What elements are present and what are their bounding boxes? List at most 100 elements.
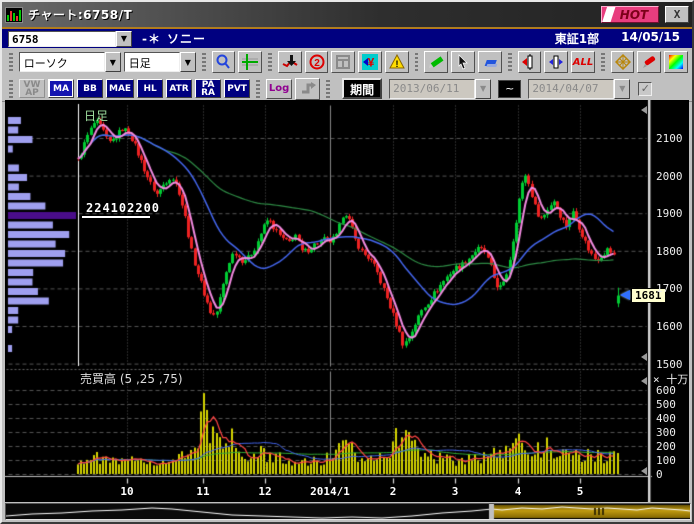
crosshair-grid-button[interactable] — [238, 51, 262, 73]
date-from-value[interactable]: 2013/06/11 — [389, 79, 475, 99]
rainbow-icon — [668, 54, 684, 70]
volume-tick-label: 0 — [656, 468, 663, 481]
log-scale-button[interactable]: Log — [266, 79, 292, 99]
yen-board-button[interactable]: ¥ — [358, 51, 382, 73]
cursor-arrow-icon — [455, 54, 471, 70]
toolbar-grip[interactable] — [415, 53, 419, 71]
toolbar-grip[interactable] — [508, 53, 512, 71]
quote-date: 14/05/15 — [621, 30, 680, 47]
indicator-vwap-button[interactable]: VWAP — [19, 79, 45, 98]
price-tick-label: 1700 — [656, 282, 683, 295]
chart-download-icon — [282, 54, 298, 70]
symbol-flag: -＊ — [142, 30, 161, 47]
date-from-dropdown[interactable]: ▼ — [475, 79, 491, 99]
indicator-pvt-button[interactable]: PVT — [224, 79, 250, 98]
hot-button-label: HOT — [620, 8, 648, 22]
indicator-label: MAE — [109, 85, 131, 93]
x-axis-month-label: 11 — [196, 485, 209, 498]
zoom-button[interactable] — [212, 51, 236, 73]
toolbar-grip[interactable] — [202, 53, 206, 71]
indicator-mae-button[interactable]: MAE — [106, 79, 134, 98]
period-dropdown[interactable]: ▼ — [180, 52, 196, 72]
window-layout-button[interactable] — [331, 51, 355, 73]
pane-scale-arrow-icon[interactable] — [641, 467, 647, 475]
toolbar-grip[interactable] — [256, 80, 260, 98]
pane-scale-arrow-icon[interactable] — [641, 377, 647, 385]
x-axis-month-label: 10 — [120, 485, 133, 498]
toolbar-indicators: VWAP MA BB MAE HL ATR PARA PVT Log 期間 20… — [2, 76, 692, 102]
indicator-bb-button[interactable]: BB — [77, 79, 103, 98]
marker-pen-button[interactable] — [637, 51, 661, 73]
indicator-para-button[interactable]: PARA — [195, 79, 221, 98]
magnifier-icon — [215, 54, 231, 70]
date-range-button[interactable]: 期間 — [342, 78, 382, 99]
toolbar-grip[interactable] — [9, 80, 13, 98]
indicator-label: PVT — [227, 85, 247, 93]
period-combo[interactable]: 日足 ▼ — [124, 52, 196, 72]
toolbar-grip[interactable] — [326, 80, 330, 98]
symbol-dropdown-button[interactable]: ▼ — [116, 31, 132, 47]
x-axis-month-label: 2014/1 — [310, 485, 350, 498]
chart-type-combo[interactable]: ローソク ▼ — [19, 52, 121, 72]
symbol-combo: 6758 ▼ — [8, 31, 132, 47]
pane-scale-arrow-icon[interactable] — [641, 353, 647, 361]
draw-line-button[interactable] — [424, 51, 448, 73]
indicator-label: HL — [143, 85, 156, 93]
indicator-hl-button[interactable]: HL — [137, 79, 163, 98]
x-axis-month-label: 5 — [577, 485, 584, 498]
window-title: チャート:6758/T — [28, 6, 601, 23]
symbol-input[interactable]: 6758 — [8, 31, 116, 47]
range-checkbox[interactable]: ✓ — [638, 82, 652, 96]
erase-button[interactable] — [478, 51, 502, 73]
svg-text:2: 2 — [314, 58, 320, 69]
step-forward-button[interactable] — [295, 78, 320, 100]
pane-scale-arrow-icon[interactable] — [641, 106, 647, 114]
price-tick-label: 1800 — [656, 245, 683, 258]
price-update-button[interactable] — [278, 51, 302, 73]
navigator-canvas[interactable] — [6, 504, 690, 519]
narrow-candle-icon — [521, 54, 537, 70]
widen-bars-button[interactable] — [544, 51, 568, 73]
price-tick-label: 1600 — [656, 320, 683, 333]
select-cursor-button[interactable] — [451, 51, 475, 73]
indicator-label: MA — [53, 85, 69, 93]
x-axis-month-label: 3 — [452, 485, 459, 498]
volume-pane-label: 売買高 (5 ,25 ,75) — [80, 370, 183, 387]
step-arrow-disabled-icon — [300, 81, 316, 97]
indicator-label: RA — [201, 89, 215, 97]
volume-tick-label: 600 — [656, 384, 676, 397]
last-price-arrow-icon — [620, 290, 630, 300]
price-tick-label: 1500 — [656, 358, 683, 371]
date-range-tilde: ~ — [498, 80, 521, 98]
chart-area: 日足 224102200 売買高 (5 ,25 ,75) 1681 210020… — [5, 100, 689, 502]
date-to-dropdown[interactable]: ▼ — [614, 79, 630, 99]
hot-button[interactable]: HOT — [601, 6, 659, 23]
second-axis-button[interactable]: 2 — [305, 51, 329, 73]
toolbar-grip[interactable] — [268, 53, 272, 71]
date-from-combo: 2013/06/11 ▼ — [389, 79, 491, 99]
range-navigator[interactable] — [5, 503, 691, 520]
net-chart-button[interactable] — [611, 51, 635, 73]
title-bar[interactable]: チャート:6758/T HOT X — [2, 2, 692, 27]
color-palette-button[interactable] — [664, 51, 688, 73]
chart-type-dropdown[interactable]: ▼ — [105, 52, 121, 72]
toolbar-grip[interactable] — [601, 53, 605, 71]
show-all-button[interactable]: ALL — [571, 51, 595, 73]
price-tick-label: 2100 — [656, 132, 683, 145]
warning-icon: ! — [389, 54, 405, 70]
indicator-ma-button[interactable]: MA — [48, 79, 74, 98]
chart-type-value: ローソク — [19, 52, 105, 72]
narrow-bars-button[interactable] — [518, 51, 542, 73]
toolbar-grip[interactable] — [9, 53, 13, 71]
svg-text:!: ! — [395, 59, 398, 69]
indicator-label: ATR — [169, 85, 188, 93]
volume-tick-label: 400 — [656, 412, 676, 425]
toolbar-main: ローソク ▼ 日足 ▼ 2 ¥ ! ALL — [2, 48, 692, 76]
volume-tick-label: 100 — [656, 454, 676, 467]
indicator-atr-button[interactable]: ATR — [166, 79, 192, 98]
chart-canvas[interactable] — [5, 100, 689, 502]
alert-button[interactable]: ! — [385, 51, 409, 73]
symbol-info-bar: 6758 ▼ -＊ ソニー 東証1部 14/05/15 — [2, 29, 692, 48]
close-button[interactable]: X — [665, 6, 689, 23]
date-to-value[interactable]: 2014/04/07 — [528, 79, 614, 99]
